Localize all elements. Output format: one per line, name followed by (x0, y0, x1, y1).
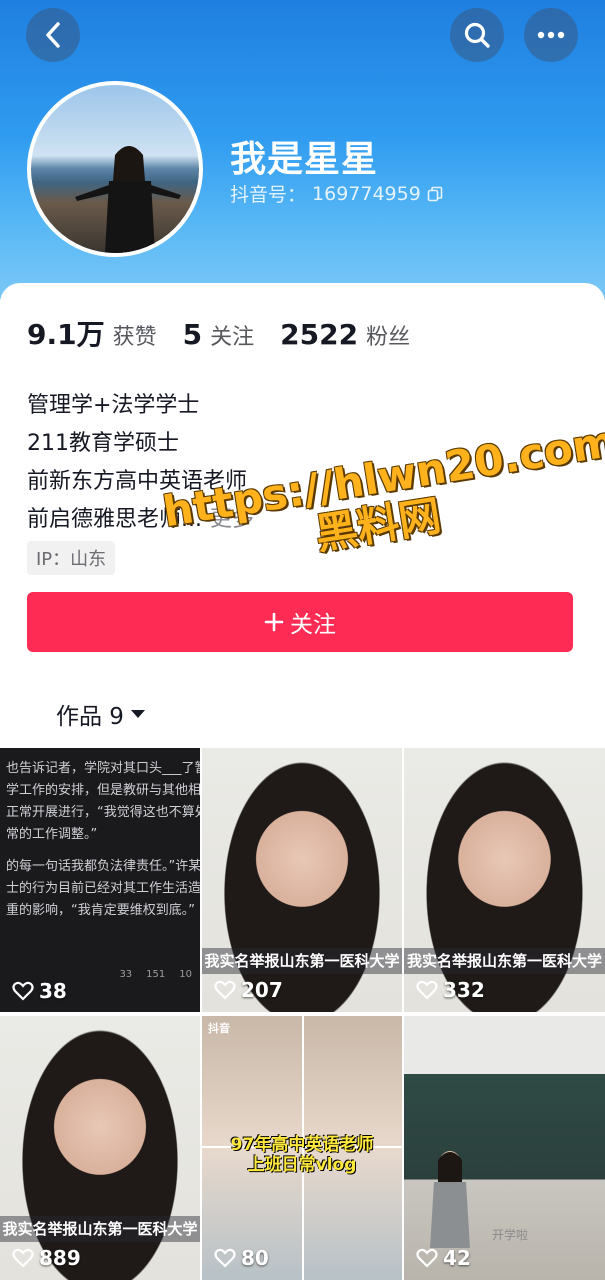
plus-icon (264, 612, 284, 632)
back-arrow-icon (46, 22, 60, 48)
heart-icon (416, 980, 438, 1000)
douyin-id: 抖音号： 169774959 (230, 180, 443, 207)
text-post-line: 正常开展进行，“我觉得这也不算处理 (6, 805, 200, 820)
heart-icon (416, 1248, 438, 1268)
video-caption-line: 上班日常vlog (247, 1155, 357, 1175)
video-thumbnail[interactable]: 我实名举报山东第一医科大学 332 (404, 748, 605, 1012)
profile-name: 我是星星 (230, 139, 379, 180)
video-likes: 38 (12, 980, 67, 1002)
footer-count: 10 (179, 969, 192, 980)
video-thumbnail[interactable]: 我实名举报山东第一医科大学 207 (202, 748, 402, 1012)
text-post-line: 的每一句话我都负法律责任。”许某 (6, 859, 200, 874)
video-likes: 80 (214, 1246, 269, 1270)
copy-icon[interactable] (427, 186, 443, 202)
video-likes-count: 42 (443, 1246, 471, 1270)
heart-icon (214, 980, 236, 1000)
video-thumbnail[interactable]: 也告诉记者，学院对其口头___了暂 学工作的安排，但是教研与其他相关 正常开展进… (0, 748, 200, 1012)
video-likes-count: 332 (443, 978, 485, 1002)
video-likes: 207 (214, 978, 283, 1002)
bio-line: 211教育学硕士 (27, 431, 179, 456)
followers-count[interactable]: 2522 (280, 318, 358, 351)
likes-label: 获赞 (112, 325, 157, 350)
avatar[interactable] (27, 81, 203, 257)
video-caption: 我实名举报山东第一医科大学 (202, 948, 402, 974)
back-button[interactable] (26, 8, 80, 62)
bio-line: 管理学+法学学士 (27, 393, 200, 418)
text-post-line: 常的工作调整。” (6, 827, 98, 842)
search-icon (464, 22, 490, 48)
text-post-line: 学工作的安排，但是教研与其他相关 (6, 783, 200, 798)
douyin-id-value: 169774959 (312, 182, 421, 205)
footer-count: 33 (119, 969, 133, 980)
more-dots-icon (537, 31, 565, 39)
douyin-badge: 抖音 (208, 1022, 230, 1035)
followers-label[interactable]: 粉丝 (366, 319, 410, 351)
video-caption: 我实名举报山东第一医科大学 (0, 1216, 200, 1242)
douyin-id-label: 抖音号： (230, 184, 307, 206)
overlay-text: 开学啦 (492, 1228, 529, 1242)
heart-icon (12, 981, 34, 1001)
caret-down-icon (130, 710, 145, 718)
video-likes-count: 80 (241, 1246, 269, 1270)
follow-button[interactable]: 关注 (27, 592, 573, 652)
video-likes: 42 (416, 1246, 471, 1270)
video-grid: 也告诉记者，学院对其口头___了暂 学工作的安排，但是教研与其他相关 正常开展进… (0, 748, 605, 1280)
search-button[interactable] (450, 8, 504, 62)
tab-works-label: 作品 9 (56, 704, 124, 730)
text-post-line: 重的影响，“我肯定要维权到底。” (6, 903, 195, 918)
video-likes-count: 889 (39, 1246, 81, 1270)
video-likes-count: 207 (241, 978, 283, 1002)
ip-location-tag: IP：山东 (27, 541, 116, 575)
text-post-line: 士的行为目前已经对其工作生活造成 (6, 881, 200, 896)
follow-button-label: 关注 (290, 612, 336, 638)
following-label[interactable]: 关注 (210, 319, 254, 351)
likes-count: 9.1万 (27, 318, 105, 351)
stats-row: 9.1万 获赞 5 关注 2522 粉丝 (27, 313, 436, 353)
video-thumbnail[interactable]: 我实名举报山东第一医科大学 889 (0, 1016, 200, 1280)
heart-icon (12, 1248, 34, 1268)
video-thumbnail[interactable]: 开学啦 42 (404, 1016, 605, 1280)
more-options-button[interactable] (524, 8, 578, 62)
video-caption: 我实名举报山东第一医科大学 (404, 948, 605, 974)
following-count[interactable]: 5 (183, 318, 202, 351)
text-post-line: 也告诉记者，学院对其口头___了暂 (6, 761, 200, 776)
video-likes-count: 38 (39, 979, 67, 1003)
video-thumbnail[interactable]: 抖音 97年高中英语老师 上班日常vlog 80 (202, 1016, 402, 1280)
footer-count: 151 (146, 969, 166, 980)
avatar-photo (75, 146, 181, 253)
heart-icon (214, 1248, 236, 1268)
video-likes: 332 (416, 978, 485, 1002)
tab-works[interactable]: 作品 9 (56, 697, 146, 731)
video-likes: 889 (12, 1246, 81, 1270)
